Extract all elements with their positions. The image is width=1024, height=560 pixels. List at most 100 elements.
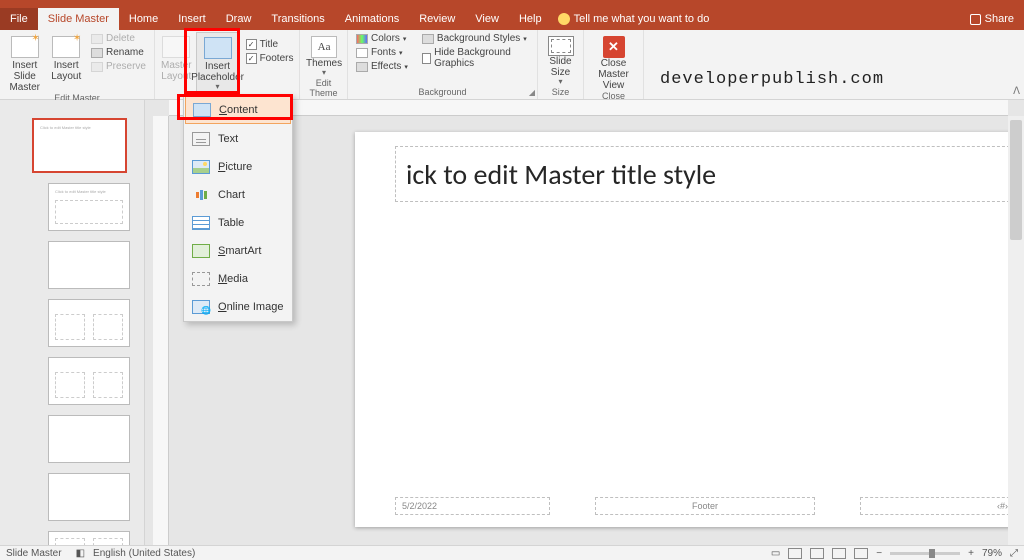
tab-animations[interactable]: Animations — [335, 8, 409, 30]
hide-bg-label: Hide Background Graphics — [434, 47, 529, 69]
media-icon — [192, 272, 210, 286]
placeholder-picture-label: Picture — [218, 161, 252, 173]
tab-insert[interactable]: Insert — [168, 8, 216, 30]
vertical-ruler[interactable] — [153, 116, 169, 545]
insert-slide-master-button[interactable]: Insert Slide Master — [6, 32, 43, 93]
themes-icon: Aa — [311, 36, 337, 58]
fit-to-window-button[interactable]: ⤢ — [1010, 548, 1018, 559]
title-placeholder[interactable]: ick to edit Master title style — [395, 146, 1015, 202]
master-layout-button[interactable]: Master Layout — [161, 32, 192, 82]
placeholder-media[interactable]: Media — [184, 265, 292, 293]
footer-placeholder[interactable]: Footer — [595, 497, 815, 515]
picture-icon — [192, 160, 210, 174]
master-layout-label: Master Layout — [161, 60, 192, 82]
placeholder-content[interactable]: Content — [185, 96, 291, 124]
layout-thumbnail[interactable] — [48, 241, 130, 289]
zoom-level[interactable]: 79% — [982, 548, 1002, 559]
online-image-icon — [192, 300, 210, 314]
tab-slide-master[interactable]: Slide Master — [38, 8, 119, 30]
insert-layout-button[interactable]: Insert Layout — [47, 32, 84, 82]
background-styles-dropdown[interactable]: Background Styles▾ — [420, 32, 531, 45]
layout-thumbnail[interactable] — [48, 299, 130, 347]
preserve-icon — [91, 62, 103, 72]
placeholder-table[interactable]: Table — [184, 209, 292, 237]
placeholder-text[interactable]: Text — [184, 125, 292, 153]
slide-size-button[interactable]: Slide Size — [544, 32, 577, 87]
size-group-label: Size — [544, 87, 577, 99]
share-icon — [970, 14, 981, 25]
hide-bg-checkbox[interactable]: Hide Background Graphics — [420, 46, 531, 70]
placeholder-smartart[interactable]: SmartArt — [184, 237, 292, 265]
placeholder-table-label: Table — [218, 217, 244, 229]
slide-number-placeholder[interactable]: ‹#› — [860, 497, 1015, 515]
slide-thumbnail-panel[interactable]: Click to edit Master title style Click t… — [0, 100, 145, 545]
tab-draw[interactable]: Draw — [216, 8, 262, 30]
placeholder-picture[interactable]: Picture — [184, 153, 292, 181]
edit-theme-group-label: Edit Theme — [306, 78, 341, 100]
tab-transitions[interactable]: Transitions — [261, 8, 334, 30]
effects-dropdown[interactable]: Effects▾ — [354, 60, 410, 73]
themes-button[interactable]: Aa Themes — [306, 32, 342, 78]
delete-icon — [91, 34, 103, 44]
insert-placeholder-menu: Content Text Picture Chart Table SmartAr… — [183, 94, 293, 322]
reading-view-button[interactable] — [832, 548, 846, 559]
share-button[interactable]: Share — [970, 13, 1014, 25]
insert-placeholder-label: Insert Placeholder — [191, 61, 244, 83]
delete-button[interactable]: Delete — [89, 32, 148, 45]
checkbox-icon — [422, 53, 431, 64]
footers-checkbox[interactable]: ✓Footers — [244, 52, 296, 65]
chart-icon — [192, 188, 210, 202]
tab-review[interactable]: Review — [409, 8, 465, 30]
normal-view-button[interactable] — [788, 548, 802, 559]
title-checkbox[interactable]: ✓Title — [244, 38, 296, 51]
fonts-dropdown[interactable]: Fonts▾ — [354, 46, 410, 59]
collapse-ribbon-icon[interactable]: ᐱ — [1013, 86, 1020, 97]
slide-master-icon — [11, 36, 39, 58]
status-language[interactable]: English (United States) — [93, 548, 195, 559]
layout-thumbnail[interactable] — [48, 531, 130, 545]
master-thumbnail[interactable]: Click to edit Master title style — [32, 118, 127, 173]
ribbon-tabs: File Slide Master Home Insert Draw Trans… — [0, 8, 1024, 30]
slide-canvas[interactable]: ick to edit Master title style 5/2/2022 … — [355, 132, 1024, 527]
colors-dropdown[interactable]: Colors▾ — [354, 32, 410, 45]
preserve-button[interactable]: Preserve — [89, 60, 148, 73]
layout-icon — [52, 36, 80, 58]
dialog-launcher-icon[interactable]: ◢ — [529, 88, 535, 97]
layout-thumbnail[interactable]: Click to edit Master title style — [48, 183, 130, 231]
date-placeholder[interactable]: 5/2/2022 — [395, 497, 550, 515]
themes-label: Themes — [306, 58, 342, 69]
close-master-view-button[interactable]: ✕ Close Master View — [590, 32, 637, 91]
fonts-label: Fonts — [371, 47, 396, 58]
horizontal-ruler[interactable] — [169, 100, 1008, 116]
tab-home[interactable]: Home — [119, 8, 168, 30]
sorter-view-button[interactable] — [810, 548, 824, 559]
zoom-slider[interactable] — [890, 552, 960, 555]
zoom-in-button[interactable]: + — [968, 548, 974, 559]
zoom-out-button[interactable]: − — [876, 548, 882, 559]
tell-me-search[interactable]: Tell me what you want to do — [558, 13, 710, 25]
vertical-scrollbar[interactable] — [1008, 116, 1024, 545]
layout-thumbnail[interactable] — [48, 357, 130, 405]
placeholder-chart[interactable]: Chart — [184, 181, 292, 209]
master-layout-icon — [162, 36, 190, 58]
tab-help[interactable]: Help — [509, 8, 552, 30]
placeholder-content-label: Content — [219, 104, 258, 116]
tab-file[interactable]: File — [0, 8, 38, 30]
layout-thumbnail[interactable] — [48, 473, 130, 521]
accessibility-icon[interactable]: ◧ — [76, 548, 85, 559]
watermark-text: developerpublish.com — [660, 70, 884, 89]
chevron-down-icon: ▾ — [523, 35, 527, 43]
effects-icon — [356, 62, 368, 72]
rename-button[interactable]: Rename — [89, 46, 148, 59]
layout-thumbnail[interactable] — [48, 415, 130, 463]
insert-layout-label: Insert Layout — [51, 60, 81, 82]
insert-placeholder-button[interactable]: Insert Placeholder — [196, 32, 240, 93]
slideshow-view-button[interactable] — [854, 548, 868, 559]
preserve-label: Preserve — [106, 61, 146, 72]
placeholder-online-image[interactable]: Online Image — [184, 293, 292, 321]
checkbox-icon: ✓ — [246, 39, 257, 50]
scrollbar-thumb[interactable] — [1010, 120, 1022, 240]
placeholder-icon — [204, 37, 232, 59]
notes-button[interactable]: ▭ — [771, 548, 780, 559]
tab-view[interactable]: View — [465, 8, 509, 30]
